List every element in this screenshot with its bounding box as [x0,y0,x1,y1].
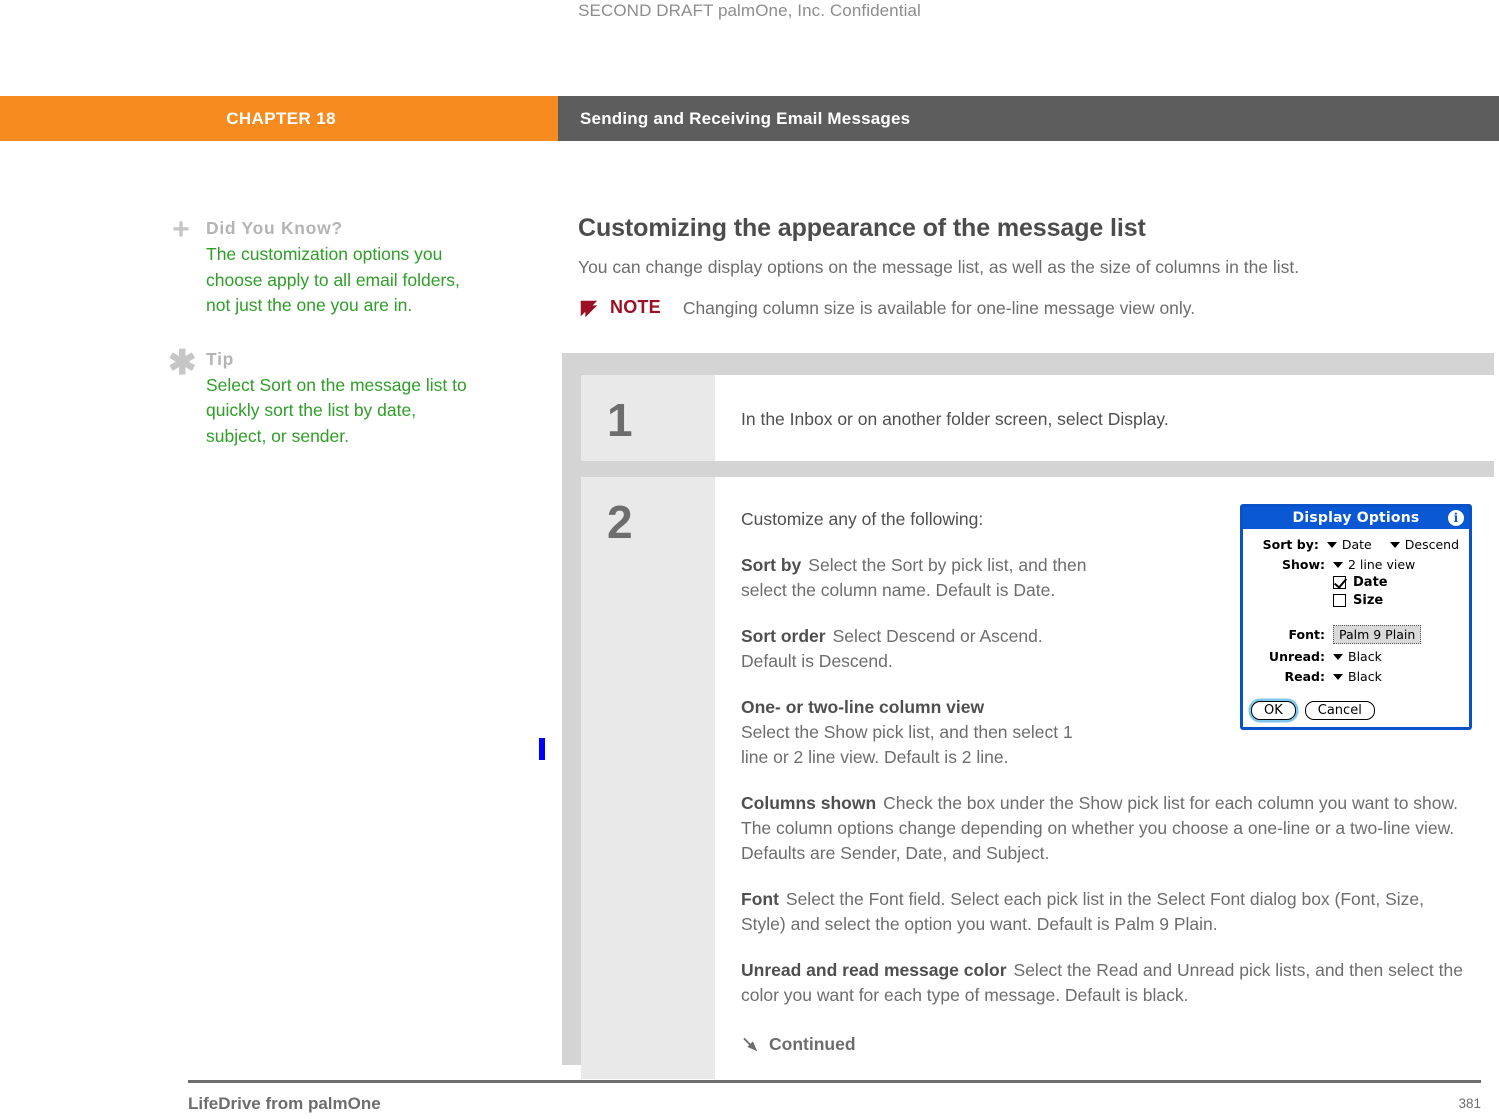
checkbox-date-label: Date [1353,575,1388,590]
option-term: Sort order [741,626,826,646]
step-row: 2 Customize any of the following: Sort b… [581,477,1494,1079]
show-picklist[interactable]: 2 line view [1333,557,1415,572]
checkbox-row-date[interactable]: Date [1333,575,1459,590]
chevron-down-icon [1333,673,1343,680]
note-text: Changing column size is available for on… [682,298,1196,318]
option-columns-shown: Columns shown Check the box under the Sho… [741,791,1468,866]
font-label: Font: [1288,627,1326,642]
font-field[interactable]: Palm 9 Plain [1333,625,1422,644]
step-text: In the Inbox or on another folder screen… [741,409,1169,429]
cancel-button[interactable]: Cancel [1304,701,1375,720]
read-value: Black [1348,669,1382,684]
footer-rule [188,1080,1481,1083]
sort-by-value: Date [1341,537,1372,552]
dialog-row-sort-by: Sort by: Date Descend [1253,537,1459,552]
dialog-row-unread: Unread: Black [1253,649,1459,664]
page: SECOND DRAFT palmOne, Inc. Confidential … [0,0,1499,1119]
page-title: Customizing the appearance of the messag… [578,214,1146,242]
sidebar-block-body: The customization options you choose app… [206,244,460,315]
chapter-label: CHAPTER 18 [0,96,558,141]
option-term: Sort by [741,555,802,575]
option-sort-by: Sort by Select the Sort by pick list, and… [741,553,1096,603]
dialog-row-show: Show: 2 line view [1253,557,1459,572]
dialog-title-bar: Display Options i [1243,507,1469,529]
option-term: Columns shown [741,793,877,813]
read-label: Read: [1284,669,1326,684]
chapter-title: Sending and Receiving Email Messages [558,96,1499,141]
checkbox-size[interactable] [1333,594,1346,607]
chevron-down-icon [1333,561,1343,568]
dialog-body: Sort by: Date Descend Show: 2 line view … [1243,529,1469,684]
note-label: NOTE [610,297,661,317]
note-callout: NOTE Changing column size is available f… [578,297,1478,320]
asterisk-icon: ✱ [168,343,197,382]
steps-container: 1 In the Inbox or on another folder scre… [562,353,1494,1079]
show-value: 2 line view [1348,557,1416,572]
step-row: 1 In the Inbox or on another folder scre… [581,375,1494,461]
unread-label: Unread: [1268,649,1325,664]
step-number: 2 [581,477,715,1079]
continued-label: Continued [769,1034,856,1054]
option-sort-order: Sort order Select Descend or Ascend. Defa… [741,624,1096,674]
option-term: One- or two-line column view [741,697,985,717]
sidebar-block-title: Did You Know? [206,218,343,238]
read-color-picklist[interactable]: Black [1333,669,1382,684]
option-font: Font Select the Font field. Select each p… [741,887,1468,937]
footer-product-name: LifeDrive from palmOne [188,1094,381,1113]
dialog-row-font: Font: Palm 9 Plain [1253,625,1459,644]
note-flag-icon [580,300,598,318]
step-content: In the Inbox or on another folder screen… [715,375,1494,461]
sort-by-picklist[interactable]: Date [1326,537,1372,552]
change-bar-marker [539,738,545,760]
option-column-view: One- or two-line column view Select the S… [741,695,1096,770]
chevron-down-icon [1326,541,1337,548]
continued-marker: Continued [741,1034,1468,1055]
option-message-color: Unread and read message color Select the … [741,958,1468,1008]
sidebar-block-tip: ✱ Tip Select Sort on the message list to… [168,343,468,450]
chevron-down-icon [1333,653,1343,660]
sidebar-block-title: Tip [206,348,235,369]
main-column: Customizing the appearance of the messag… [578,214,1478,326]
running-head: SECOND DRAFT palmOne, Inc. Confidential [578,1,921,20]
show-label: Show: [1281,557,1325,572]
unread-color-picklist[interactable]: Black [1333,649,1382,664]
sidebar-block-did-you-know: + Did You Know? The customization option… [168,213,468,319]
option-term: Font [741,889,779,909]
page-number: 381 [1458,1096,1481,1111]
option-term: Unread and read message color [741,960,1007,980]
palm-display-options-dialog: Display Options i Sort by: Date Descend … [1240,504,1472,730]
lead-paragraph: You can change display options on the me… [578,257,1300,277]
step-number: 1 [581,375,715,461]
step-content: Customize any of the following: Sort by S… [715,477,1494,1079]
sidebar-block-body: Select Sort on the message list to quick… [206,374,467,446]
chapter-bar: CHAPTER 18 Sending and Receiving Email M… [0,96,1499,141]
dialog-title: Display Options [1292,510,1420,526]
info-icon[interactable]: i [1448,510,1464,526]
sort-order-value: Descend [1404,537,1459,552]
checkbox-row-size[interactable]: Size [1333,593,1459,608]
chevron-down-icon [1389,541,1400,548]
option-desc: Select the Show pick list, and then sele… [741,722,1073,767]
sort-by-label: Sort by: [1262,537,1319,552]
sidebar: + Did You Know? The customization option… [168,213,468,477]
checkbox-size-label: Size [1353,593,1384,608]
plus-icon: + [172,213,190,246]
arrow-down-right-icon [743,1037,758,1052]
sort-order-picklist[interactable]: Descend [1389,537,1459,552]
dialog-row-read: Read: Black [1253,669,1459,684]
option-desc: Select the Font field. Select each pick … [741,889,1425,934]
unread-value: Black [1348,649,1382,664]
dialog-buttons: OK Cancel [1251,701,1375,720]
ok-button[interactable]: OK [1251,701,1296,720]
checkbox-date[interactable] [1333,576,1346,589]
